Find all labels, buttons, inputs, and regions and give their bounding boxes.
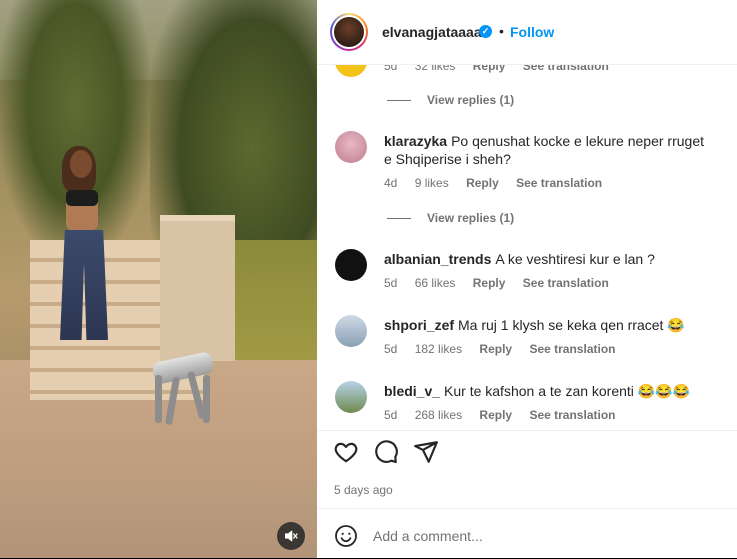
see-translation-button[interactable]: See translation bbox=[529, 408, 615, 422]
see-translation-button[interactable]: See translation bbox=[516, 176, 602, 190]
follow-button[interactable]: Follow bbox=[510, 24, 554, 40]
comment-likes[interactable]: 32 likes bbox=[415, 65, 456, 73]
comment-username[interactable]: klarazyka bbox=[384, 133, 447, 149]
comment-time: 5d bbox=[384, 342, 398, 356]
verified-badge-icon: ✓ bbox=[479, 25, 492, 38]
see-translation-button[interactable]: See translation bbox=[523, 65, 609, 73]
author-avatar[interactable] bbox=[330, 13, 368, 51]
post-date[interactable]: 5 days ago bbox=[334, 483, 393, 497]
paper-plane-icon[interactable] bbox=[413, 439, 439, 465]
add-comment-bar bbox=[317, 508, 737, 559]
video-robot-dog bbox=[145, 345, 215, 435]
comments-list[interactable]: 5d 32 likes Reply See translation View r… bbox=[317, 65, 737, 430]
video-person bbox=[48, 146, 118, 340]
comment-text: shpori_zef Ma ruj 1 klysh se keka qen rra… bbox=[384, 317, 685, 333]
comment-avatar[interactable] bbox=[335, 65, 367, 77]
comment-avatar[interactable] bbox=[335, 249, 367, 281]
comment-likes[interactable]: 268 likes bbox=[415, 408, 462, 422]
post-actions-bar bbox=[317, 430, 737, 471]
comment-avatar[interactable] bbox=[335, 315, 367, 347]
comment-meta: 5d 182 likes Reply See translation bbox=[384, 342, 629, 356]
reply-button[interactable]: Reply bbox=[473, 65, 506, 73]
view-replies-button[interactable]: View replies (1) bbox=[387, 211, 514, 225]
video-lawn bbox=[235, 240, 317, 360]
comment-avatar[interactable] bbox=[335, 381, 367, 413]
header-separator: • bbox=[499, 23, 504, 39]
comment-meta: 5d 268 likes Reply See translation bbox=[384, 408, 629, 422]
comment-time: 5d bbox=[384, 276, 398, 290]
comment-time: 5d bbox=[384, 65, 398, 73]
post-video[interactable] bbox=[0, 0, 317, 558]
reply-button[interactable]: Reply bbox=[479, 342, 512, 356]
comment-username[interactable]: shpori_zef bbox=[384, 317, 454, 333]
reply-button[interactable]: Reply bbox=[466, 176, 499, 190]
comment-likes[interactable]: 66 likes bbox=[415, 276, 456, 290]
add-comment-input[interactable] bbox=[373, 525, 703, 547]
reply-button[interactable]: Reply bbox=[473, 276, 506, 290]
reply-button[interactable]: Reply bbox=[479, 408, 512, 422]
comment-meta: 5d 66 likes Reply See translation bbox=[384, 276, 623, 290]
see-translation-button[interactable]: See translation bbox=[523, 276, 609, 290]
comment-meta: 4d 9 likes Reply See translation bbox=[384, 176, 616, 190]
video-wall bbox=[160, 215, 235, 361]
comment-username[interactable]: albanian_trends bbox=[384, 251, 491, 267]
comment-avatar[interactable] bbox=[335, 131, 367, 163]
muted-speaker-icon[interactable] bbox=[277, 522, 305, 550]
comment-meta: 5d 32 likes Reply See translation bbox=[384, 65, 623, 73]
comment-text: bledi_v_ Kur te kafshon a te zan korenti … bbox=[384, 383, 691, 399]
comment-time: 4d bbox=[384, 176, 398, 190]
view-replies-button[interactable]: View replies (1) bbox=[387, 93, 514, 107]
comment-bubble-icon[interactable] bbox=[373, 439, 399, 465]
comment-likes[interactable]: 182 likes bbox=[415, 342, 462, 356]
post-details-panel: elvanagjataaaa ✓ • Follow 5d 32 likes Re… bbox=[317, 0, 737, 558]
heart-icon[interactable] bbox=[333, 439, 359, 465]
comment-text: albanian_trends A ke veshtiresi kur e lan… bbox=[384, 251, 655, 267]
post-header: elvanagjataaaa ✓ • Follow bbox=[317, 0, 737, 65]
see-translation-button[interactable]: See translation bbox=[529, 342, 615, 356]
author-username[interactable]: elvanagjataaaa bbox=[382, 24, 482, 40]
smiley-icon[interactable] bbox=[334, 524, 358, 548]
comment-time: 5d bbox=[384, 408, 398, 422]
comment-likes[interactable]: 9 likes bbox=[415, 176, 449, 190]
comment-text: klarazyka Po qenushat kocke e lekure nepe… bbox=[384, 133, 704, 167]
comment-username[interactable]: bledi_v_ bbox=[384, 383, 440, 399]
